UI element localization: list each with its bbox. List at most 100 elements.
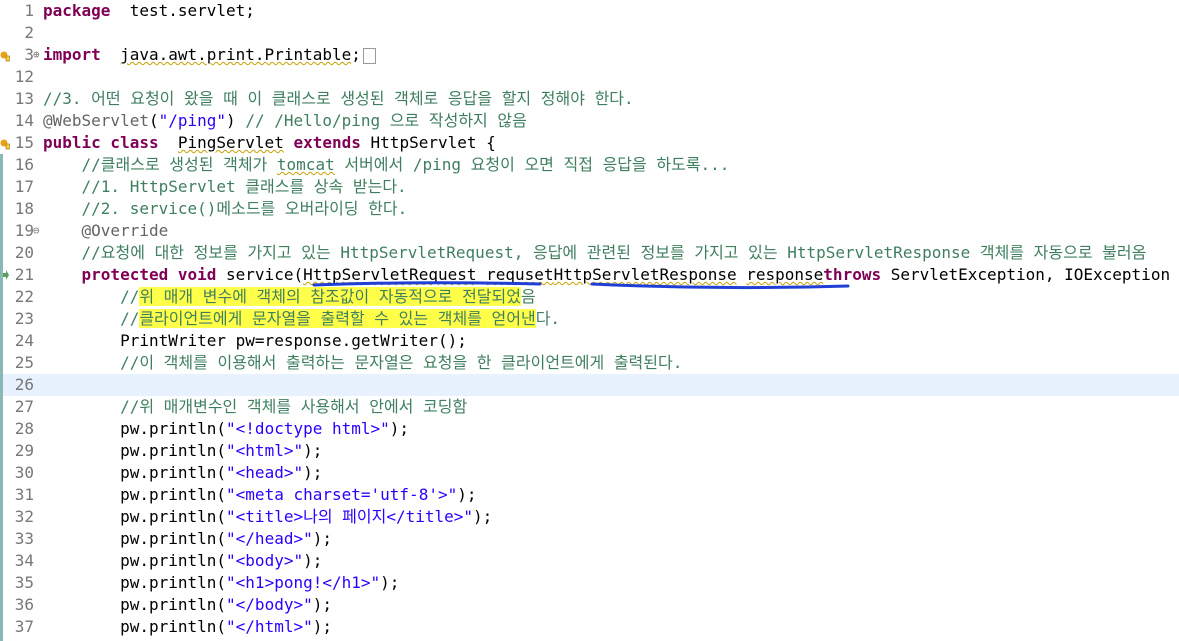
code-line[interactable]: 1 package test.servlet; [0,0,1179,22]
code-token: pw.println( [43,551,227,570]
code-line[interactable]: 33 pw.println("</head>"); [0,528,1179,550]
code-line[interactable]: 32 pw.println("<title>나의 페이지</title>"); [0,506,1179,528]
code-line[interactable]: 34 pw.println("<body>"); [0,550,1179,572]
code-text: pw.println("<head>"); [43,462,322,484]
code-text: @Override [43,220,169,242]
code-line[interactable]: 19 ⊖ @Override [0,220,1179,242]
line-number: 28 [14,419,34,438]
code-text: pw.println("<title>나의 페이지</title>"); [43,506,492,528]
expand-fold-icon[interactable]: ⊕ [33,44,40,66]
change-indicator-bar [0,154,3,641]
code-token: pw.println( [43,529,227,548]
line-number: 12 [14,67,34,86]
code-token: "<meta charset='utf-8'>" [226,485,458,504]
warning-icon[interactable] [0,135,11,151]
code-token: "</html>" [226,617,313,636]
line-number: 16 [14,155,34,174]
code-line[interactable]: 12 [0,66,1179,88]
code-line[interactable]: 29 pw.println("<html>"); [0,440,1179,462]
code-editor[interactable]: 1 package test.servlet; 2 3 ⊕ import java.awt… [0,0,1179,641]
code-text: PrintWriter pw=response.getWriter(); [43,330,467,352]
code-line[interactable]: 24 PrintWriter pw=response.getWriter(); [0,330,1179,352]
warning-icon[interactable] [0,47,11,63]
code-text: pw.println("<meta charset='utf-8'>"); [43,484,476,506]
code-token: pw.println( [43,485,227,504]
code-line[interactable]: 36 pw.println("</body>"); [0,594,1179,616]
line-number: 23 [14,309,34,328]
code-token: service( [216,265,304,284]
code-token: ); [303,463,323,482]
code-token: ); [303,551,323,570]
line-number: 14 [14,111,34,130]
code-line[interactable]: 30 pw.println("<head>"); [0,462,1179,484]
code-line[interactable]: 21 protected void service(HttpServletReq… [0,264,1179,286]
code-token: ) [226,111,246,130]
code-token: @WebServlet [43,111,149,130]
line-number: 22 [14,287,34,306]
code-text: //이 객체를 이용해서 출력하는 문자열은 요청을 한 클라이언트에게 출력된… [43,352,682,374]
code-line[interactable]: 3 ⊕ import java.awt.print.Printable; [0,44,1179,66]
code-line[interactable]: 28 pw.println("<!doctype html>"); [0,418,1179,440]
code-token: PingServlet [177,133,284,152]
code-line[interactable]: 20 //요청에 대한 정보를 가지고 있는 HttpServletReques… [0,242,1179,264]
code-token: protected void [81,265,217,284]
code-line[interactable]: 25 //이 객체를 이용해서 출력하는 문자열은 요청을 한 클라이언트에게 … [0,352,1179,374]
code-token: PrintWriter pw=response.getWriter(); [43,331,467,350]
code-text: protected void service(HttpServletReques… [43,264,1179,286]
code-token: requset [486,265,554,284]
code-line[interactable]: 13 //3. 어떤 요청이 왔을 때 이 클래스로 생성된 객체로 응답을 할지… [0,88,1179,110]
code-text: public class PingServlet extends HttpSer… [43,132,496,154]
code-line[interactable]: 16 //클래스로 생성된 객체가 tomcat 서버에서 /ping 요청이 … [0,154,1179,176]
code-line[interactable]: 15 public class PingServlet extends HttpS… [0,132,1179,154]
code-token: // /Hello/ping 으로 작성하지 않음 [245,111,527,130]
code-token: ); [473,507,493,526]
code-token: ( [148,111,159,130]
line-number: 2 [24,23,34,42]
code-text: //요청에 대한 정보를 가지고 있는 HttpServletRequest, … [43,242,1147,264]
collapsed-imports-icon[interactable] [362,47,376,64]
code-token: tomcat [276,155,335,174]
line-number: 1 [24,1,34,20]
code-token: 위 매개 변수에 객체의 참조값이 자동적으로 전달되었 [139,287,521,306]
code-line[interactable]: 17 //1. HttpServlet 클래스를 상속 받는다. [0,176,1179,198]
line-number: 32 [14,507,34,526]
code-line[interactable]: 31 pw.println("<meta charset='utf-8'>"); [0,484,1179,506]
line-number: 19 [14,221,34,240]
code-text: package test.servlet; [43,0,255,22]
code-token: "<head>" [226,463,304,482]
code-token: import [43,45,101,64]
code-line[interactable]: 14 @WebServlet("/ping") // /Hello/ping 으로… [0,110,1179,132]
line-number: 34 [14,551,34,570]
line-number: 20 [14,243,34,262]
code-token: test.servlet; [110,1,255,20]
code-token: pw.println( [43,617,227,636]
code-text: pw.println("</body>"); [43,594,332,616]
code-token: pw.println( [43,573,227,592]
code-token: ; [351,45,361,64]
collapse-fold-icon[interactable]: ⊖ [33,220,40,242]
code-line[interactable]: 26 [0,374,1179,396]
code-token: pw.println( [43,441,227,460]
code-line[interactable]: 35 pw.println("<h1>pong!</h1>"); [0,572,1179,594]
code-token: ); [303,441,323,460]
code-token: pw.println( [43,419,227,438]
code-line[interactable]: 2 [0,22,1179,44]
code-token: ); [312,529,332,548]
code-token: extends [293,133,361,152]
code-line[interactable]: 37 pw.println("</html>"); [0,616,1179,638]
code-line[interactable]: 18 //2. service()메소드를 오버라이딩 한다. [0,198,1179,220]
code-text: pw.println("<h1>pong!</h1>"); [43,572,399,594]
code-line[interactable]: 23 //클라이언트에게 문자열을 출력할 수 있는 객체를 얻어낸다. [0,308,1179,330]
code-token: package [43,1,111,20]
code-token: //클래스로 생성된 객체가 [81,155,277,174]
code-line[interactable]: 22 //위 매개 변수에 객체의 참조값이 자동적으로 전달되었음 [0,286,1179,308]
code-line[interactable]: 27 //위 매개변수인 객체를 사용해서 안에서 코딩함 [0,396,1179,418]
code-text: pw.println("<body>"); [43,550,322,572]
code-text: //2. service()메소드를 오버라이딩 한다. [43,198,408,220]
